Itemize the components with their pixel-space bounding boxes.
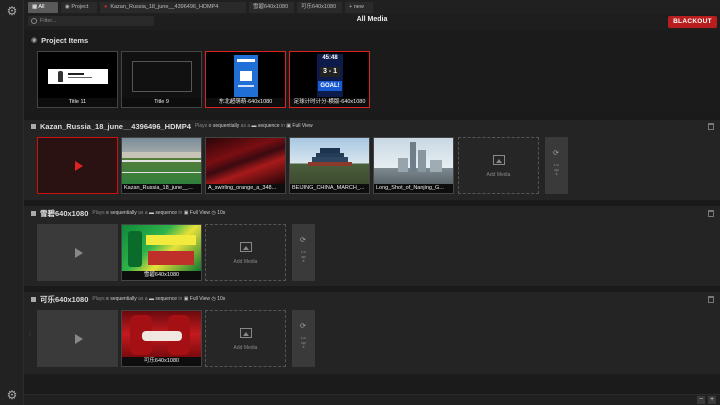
- sequence-item-sprite[interactable]: 雪碧640x1080: [121, 224, 202, 281]
- lower-third-graphic: [48, 69, 108, 84]
- duration-field[interactable]: ◷ 10s: [211, 296, 225, 302]
- project-icon: ◉: [31, 37, 38, 44]
- left-sidebar: ⚙ ⚙: [0, 0, 24, 405]
- mode-dropdown[interactable]: ≡ sequentially: [106, 210, 137, 216]
- sequence-item-nanjing[interactable]: Long_Shot_of_Nanjing_G...: [373, 137, 454, 194]
- mode-dropdown[interactable]: ≡ sequentially: [106, 296, 137, 302]
- sequence-item-beijing[interactable]: BEIJING_CHINA_MARCH_...: [289, 137, 370, 194]
- loop-toggle[interactable]: ⟳ Loops: [545, 137, 568, 194]
- tab-all[interactable]: ▦ All: [28, 2, 58, 13]
- sequence-title[interactable]: 雪碧640x1080: [40, 208, 88, 219]
- loop-icon: ⟳: [300, 237, 306, 244]
- settings-gear-icon[interactable]: ⚙: [5, 4, 19, 18]
- type-dropdown[interactable]: ▬ sequence: [252, 123, 280, 129]
- tab-kazan-sequence[interactable]: ● Kazan_Russia_18_june__4396496_HDMP4: [100, 2, 246, 13]
- dongbei-poster: [234, 55, 258, 97]
- loop-toggle[interactable]: ⟳ Loops: [292, 310, 315, 367]
- sequence-item-swirling-orange[interactable]: A_swirling_orange_a_348...: [205, 137, 286, 194]
- sequence-sprite-header: 雪碧640x1080 Plays ≡ sequentially as a ▬ s…: [31, 208, 225, 218]
- type-dropdown[interactable]: ▬ sequence: [149, 296, 177, 302]
- view-dropdown[interactable]: ▣ Full View: [286, 123, 312, 129]
- scoreboard-graphic: 45:48 3 - 1 GOAL!: [317, 54, 343, 97]
- zoom-in-button[interactable]: +: [708, 396, 716, 404]
- sequence-kazan-header: Kazan_Russia_18_june__4396496_HDMP4 Play…: [31, 121, 313, 131]
- sequence-title[interactable]: 可乐640x1080: [40, 294, 88, 305]
- tab-bar: ▦ All ◉ Project ● Kazan_Russia_18_june__4…: [24, 0, 720, 14]
- sequence-slot-playing[interactable]: [37, 137, 118, 194]
- loop-icon: ⟳: [300, 323, 306, 330]
- add-media-button[interactable]: Add Media: [205, 310, 286, 367]
- page-title: All Media: [356, 16, 388, 23]
- image-icon: [493, 155, 505, 165]
- project-item-dongbei[interactable]: 东北超萌萌-640x1080: [205, 51, 286, 108]
- zoom-out-button[interactable]: −: [697, 396, 705, 404]
- tab-cola-sequence[interactable]: 可乐640x1080: [297, 2, 342, 13]
- sequence-item-kazan[interactable]: Kazan_Russia_18_june__...: [121, 137, 202, 194]
- trash-icon[interactable]: [708, 123, 714, 130]
- new-tab-button[interactable]: + new: [345, 2, 373, 13]
- project-item-football-scoreboard[interactable]: 45:48 3 - 1 GOAL! 足球计时计分-横版-640x1080: [289, 51, 370, 108]
- play-icon: [74, 160, 83, 171]
- preferences-gear-icon[interactable]: ⚙: [5, 388, 19, 402]
- blackout-button[interactable]: BLACKOUT: [668, 16, 717, 28]
- loop-icon: ⟳: [553, 150, 559, 157]
- sequence-slot-empty[interactable]: [37, 310, 118, 367]
- add-media-button[interactable]: Add Media: [458, 137, 539, 194]
- recording-dot-icon: ●: [104, 4, 108, 10]
- trash-icon[interactable]: [708, 210, 714, 217]
- sequence-title[interactable]: Kazan_Russia_18_june__4396496_HDMP4: [40, 122, 191, 131]
- duration-field[interactable]: ◷ 10s: [211, 210, 225, 216]
- sequence-slot-empty[interactable]: [37, 224, 118, 281]
- image-icon: [240, 242, 252, 252]
- project-item-title-9[interactable]: Title 9: [121, 51, 202, 108]
- view-dropdown[interactable]: ▣ Full View: [184, 296, 210, 302]
- sequence-item-cola[interactable]: 可乐640x1080: [121, 310, 202, 367]
- loop-toggle[interactable]: ⟳ Loops: [292, 224, 315, 281]
- drag-handle-icon[interactable]: ⋮: [27, 330, 33, 337]
- type-dropdown[interactable]: ▬ sequence: [149, 210, 177, 216]
- play-icon: [74, 247, 83, 258]
- add-media-button[interactable]: Add Media: [205, 224, 286, 281]
- view-dropdown[interactable]: ▣ Full View: [184, 210, 210, 216]
- trash-icon[interactable]: [708, 296, 714, 303]
- mode-dropdown[interactable]: ≡ sequentially: [209, 123, 240, 129]
- tab-sprite-sequence[interactable]: 雪碧640x1080: [249, 2, 294, 13]
- sequence-cola-header: 可乐640x1080 Plays ≡ sequentially as a ▬ s…: [31, 294, 225, 304]
- play-icon: [74, 333, 83, 344]
- toolbar: Filter... All Media BLACKOUT: [24, 14, 720, 30]
- image-icon: [240, 328, 252, 338]
- tab-project[interactable]: ◉ Project: [61, 2, 97, 13]
- bottom-bar: − +: [24, 394, 720, 405]
- project-items-header: ◉ Project Items: [31, 35, 89, 45]
- project-item-title-11[interactable]: Title 11: [37, 51, 118, 108]
